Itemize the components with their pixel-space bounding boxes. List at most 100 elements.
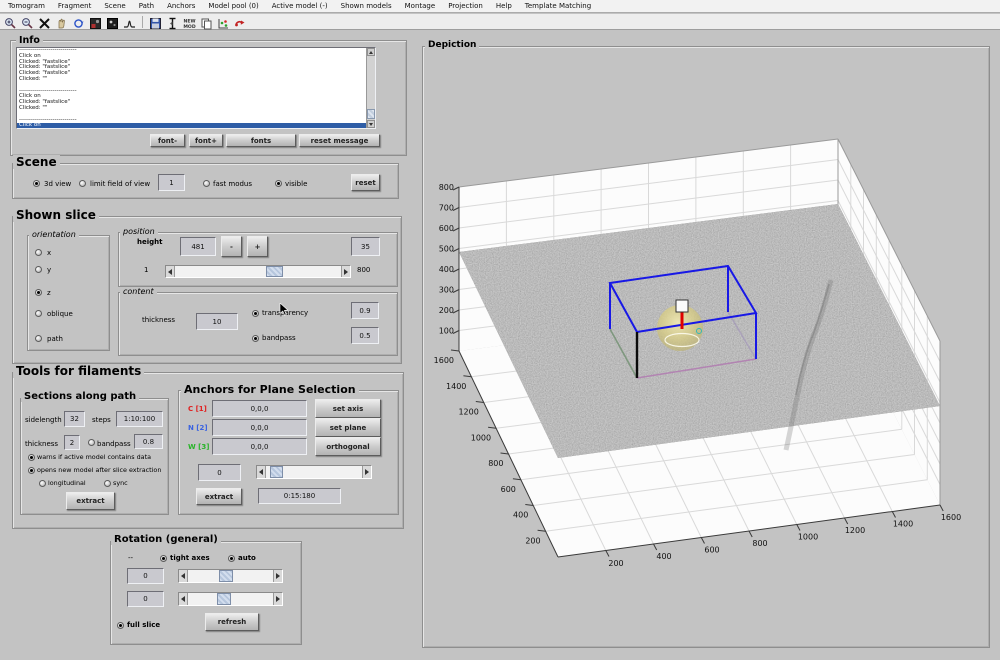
orientation-oblique-radio[interactable] [35, 310, 42, 317]
menu-shown-models[interactable]: Shown models [341, 2, 392, 10]
fast-modus-radio[interactable] [203, 180, 210, 187]
menu-scene[interactable]: Scene [104, 2, 125, 10]
height-field[interactable]: 481 [180, 237, 216, 256]
anchor-w-field[interactable]: 0,0,0 [212, 438, 307, 455]
scroll-down-button[interactable] [367, 120, 375, 128]
zoom-in-icon[interactable] [4, 15, 17, 28]
opens-radio[interactable] [28, 467, 35, 474]
steps-field[interactable]: 1:10:100 [116, 411, 163, 427]
limit-fov-radio[interactable] [79, 180, 86, 187]
rotation2-slider-thumb[interactable] [217, 593, 231, 605]
scatter-axes-icon[interactable] [217, 15, 230, 28]
rotation1-slider-thumb[interactable] [219, 570, 233, 582]
rotation1-slider[interactable] [178, 569, 283, 583]
anchor-square-marker[interactable] [676, 300, 688, 312]
orientation-path-radio[interactable] [35, 335, 42, 342]
image-icon[interactable] [106, 15, 119, 28]
zoom-out-icon[interactable] [21, 15, 34, 28]
anchor-c-field[interactable]: 0,0,0 [212, 400, 307, 417]
height-decrement-button[interactable]: - [221, 236, 242, 257]
set-plane-button[interactable]: set plane [315, 418, 381, 437]
rotation1-field[interactable]: 0 [127, 568, 164, 584]
orientation-y-radio[interactable] [35, 266, 42, 273]
sections-bandpass-field[interactable]: 0.8 [134, 434, 163, 449]
reset-message-button[interactable]: reset message [299, 134, 380, 147]
angle-range-field[interactable]: 0:15:180 [258, 488, 341, 504]
visible-radio[interactable] [275, 180, 282, 187]
slider-right-arrow[interactable] [362, 466, 371, 478]
info-line-selected[interactable]: Click on [17, 123, 368, 129]
slider-left-arrow[interactable] [257, 466, 266, 478]
orthogonal-button[interactable]: orthogonal [315, 437, 381, 456]
bandpass-field[interactable]: 0.5 [351, 327, 379, 344]
sections-extract-button[interactable]: extract [66, 492, 115, 510]
new-model-icon[interactable]: NEWMOD [183, 15, 196, 28]
curve-icon[interactable] [123, 15, 136, 28]
orientation-z-radio[interactable] [35, 289, 42, 296]
bandpass-radio[interactable] [252, 335, 259, 342]
transparency-field[interactable]: 0.9 [351, 302, 379, 319]
auto-radio[interactable] [228, 555, 235, 562]
export-arrow-icon[interactable] [234, 15, 247, 28]
anchor-n-field[interactable]: 0,0,0 [212, 419, 307, 436]
orientation-x-radio[interactable] [35, 249, 42, 256]
menu-active-model[interactable]: Active model (-) [272, 2, 328, 10]
menu-path[interactable]: Path [139, 2, 154, 10]
menu-model-pool[interactable]: Model pool (0) [208, 2, 258, 10]
rotation2-slider[interactable] [178, 592, 283, 606]
angle-slider[interactable] [256, 465, 372, 479]
transparency-radio[interactable] [252, 310, 259, 317]
rotation2-field[interactable]: 0 [127, 591, 164, 607]
rotate-3d-icon[interactable] [72, 15, 85, 28]
font-plus-button[interactable]: font+ [189, 134, 223, 147]
refresh-button[interactable]: refresh [205, 613, 259, 631]
slider-right-arrow[interactable] [273, 570, 282, 582]
slider-left-arrow[interactable] [179, 570, 188, 582]
menu-template-matching[interactable]: Template Matching [525, 2, 591, 10]
sections-bandpass-radio[interactable] [88, 439, 95, 446]
scroll-thumb[interactable] [367, 109, 375, 119]
menu-tomogram[interactable]: Tomogram [8, 2, 45, 10]
menu-projection[interactable]: Projection [448, 2, 483, 10]
height-increment-button[interactable]: + [247, 236, 268, 257]
fov-field[interactable]: 1 [158, 174, 185, 191]
tight-axes-radio[interactable] [160, 555, 167, 562]
font-minus-button[interactable]: font- [150, 134, 185, 147]
angle-field[interactable]: 0 [198, 464, 241, 481]
slider-left-arrow[interactable] [179, 593, 188, 605]
sync-radio[interactable] [104, 480, 111, 487]
depiction-3d-plot[interactable]: 800 700 600 500 400 300 200 100 1600 140… [430, 48, 986, 644]
menu-help[interactable]: Help [496, 2, 512, 10]
thickness-field[interactable]: 10 [196, 313, 238, 330]
menu-fragment[interactable]: Fragment [58, 2, 91, 10]
set-axis-button[interactable]: set axis [315, 399, 381, 418]
scroll-up-button[interactable] [367, 48, 375, 56]
full-slice-radio[interactable] [117, 622, 124, 629]
copy-icon[interactable] [200, 15, 213, 28]
expand-icon[interactable] [38, 15, 51, 28]
angle-slider-thumb[interactable] [270, 466, 283, 478]
info-scrollbar[interactable] [366, 48, 375, 128]
menu-anchors[interactable]: Anchors [167, 2, 195, 10]
height-slider[interactable] [165, 265, 351, 278]
fonts-button[interactable]: fonts [226, 134, 296, 147]
height-slider-thumb[interactable] [266, 266, 283, 277]
step-field[interactable]: 35 [351, 237, 380, 256]
warns-radio[interactable] [28, 454, 35, 461]
3d-view-radio[interactable] [33, 180, 40, 187]
slice-ruler-icon[interactable] [166, 15, 179, 28]
x-tick-label: 400 [656, 552, 671, 561]
slider-left-arrow[interactable] [166, 266, 175, 277]
slider-right-arrow[interactable] [341, 266, 350, 277]
anchors-extract-button[interactable]: extract [196, 488, 242, 505]
sections-thickness-field[interactable]: 2 [64, 435, 80, 450]
slider-right-arrow[interactable] [273, 593, 282, 605]
scene-reset-button[interactable]: reset [351, 174, 380, 191]
save-icon[interactable] [149, 15, 162, 28]
pan-hand-icon[interactable] [55, 15, 68, 28]
menu-montage[interactable]: Montage [405, 2, 436, 10]
contrast-icon[interactable] [89, 15, 102, 28]
sidelength-field[interactable]: 32 [64, 411, 85, 427]
info-listbox[interactable]: ----------------------------- Click on C… [16, 47, 376, 129]
longitudinal-radio[interactable] [39, 480, 46, 487]
